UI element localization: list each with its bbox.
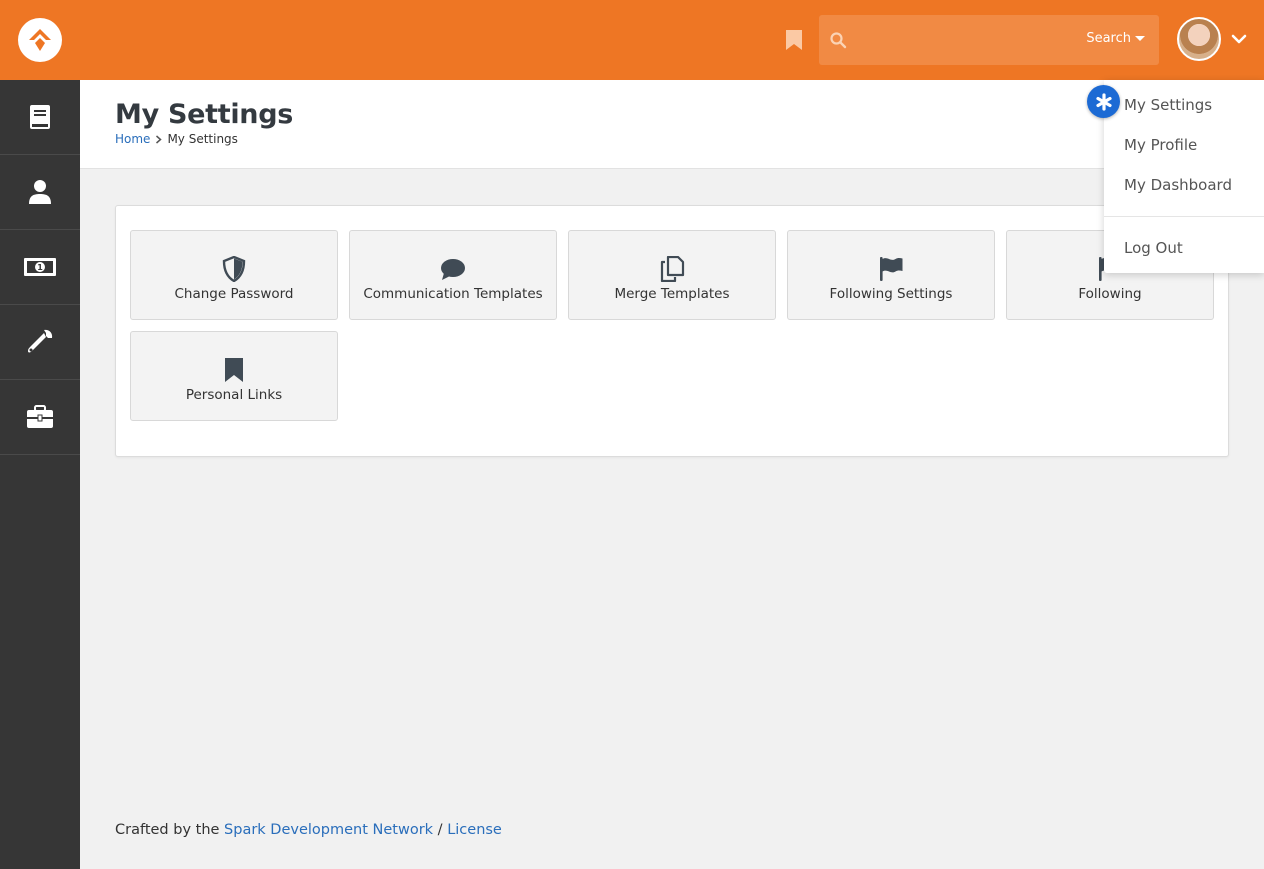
- wrench-icon: [28, 329, 53, 353]
- flag-icon: [880, 257, 903, 281]
- money-icon: 1: [24, 258, 56, 276]
- breadcrumb-current: My Settings: [167, 132, 238, 146]
- page-title: My Settings: [115, 99, 294, 130]
- footer: Crafted by the Spark Development Network…: [115, 822, 502, 838]
- svg-text:1: 1: [37, 263, 43, 272]
- tile-label: Communication Templates: [363, 286, 543, 302]
- tile-label: Change Password: [174, 286, 294, 302]
- sidebar: 1: [0, 80, 80, 869]
- user-menu-dropdown: My Settings My Profile My Dashboard Log …: [1104, 80, 1264, 273]
- tile-label: Personal Links: [185, 387, 283, 403]
- tile-label: Following: [1078, 286, 1142, 302]
- search-icon: [830, 32, 847, 49]
- sidebar-item-finance[interactable]: 1: [0, 230, 80, 305]
- breadcrumb: Home My Settings: [115, 132, 238, 146]
- comment-icon: [441, 259, 465, 280]
- search-type-dropdown[interactable]: Search: [1086, 31, 1145, 46]
- user-icon: [29, 180, 51, 204]
- rock-logo[interactable]: [18, 18, 62, 62]
- footer-link-license[interactable]: License: [447, 822, 502, 838]
- sidebar-item-people[interactable]: [0, 155, 80, 230]
- search-box: Search: [819, 15, 1159, 65]
- menu-item-my-settings[interactable]: My Settings: [1124, 96, 1212, 114]
- footer-separator: /: [433, 822, 448, 838]
- footer-link-spark[interactable]: Spark Development Network: [224, 822, 433, 838]
- menu-item-my-profile[interactable]: My Profile: [1124, 136, 1197, 154]
- caret-down-icon: [1135, 36, 1145, 41]
- page-header: My Settings Home My Settings: [80, 80, 1264, 169]
- tile-change-password[interactable]: Change Password: [130, 230, 338, 320]
- chevron-down-icon[interactable]: [1231, 32, 1247, 46]
- asterisk-icon[interactable]: [1087, 85, 1120, 118]
- sidebar-item-admin[interactable]: [0, 380, 80, 455]
- top-bar: Search: [0, 0, 1264, 80]
- breadcrumb-home[interactable]: Home: [115, 132, 150, 146]
- chevron-right-icon: [156, 134, 163, 144]
- sidebar-item-people-book[interactable]: [0, 80, 80, 155]
- search-input[interactable]: [857, 25, 1077, 55]
- book-icon: [30, 105, 50, 129]
- tile-label: Merge Templates: [614, 286, 730, 302]
- tile-label: Following Settings: [829, 286, 953, 302]
- tile-personal-links[interactable]: Personal Links: [130, 331, 338, 421]
- tile-following-settings[interactable]: Following Settings: [787, 230, 995, 320]
- tile-communication-templates[interactable]: Communication Templates: [349, 230, 557, 320]
- sidebar-item-tools[interactable]: [0, 305, 80, 380]
- tile-merge-templates[interactable]: Merge Templates: [568, 230, 776, 320]
- copy-icon: [660, 256, 685, 282]
- bookmark-icon: [225, 358, 243, 382]
- avatar[interactable]: [1177, 17, 1221, 61]
- shield-icon: [222, 256, 246, 282]
- briefcase-icon: [27, 405, 53, 428]
- bookmark-icon[interactable]: [785, 29, 803, 51]
- menu-divider: [1104, 216, 1264, 217]
- menu-item-log-out[interactable]: Log Out: [1124, 239, 1183, 257]
- logo-icon: [29, 29, 51, 51]
- menu-item-my-dashboard[interactable]: My Dashboard: [1124, 176, 1232, 194]
- footer-prefix: Crafted by the: [115, 822, 225, 838]
- settings-panel: Change Password Communication Templates …: [115, 205, 1229, 457]
- search-button-label: Search: [1086, 31, 1131, 46]
